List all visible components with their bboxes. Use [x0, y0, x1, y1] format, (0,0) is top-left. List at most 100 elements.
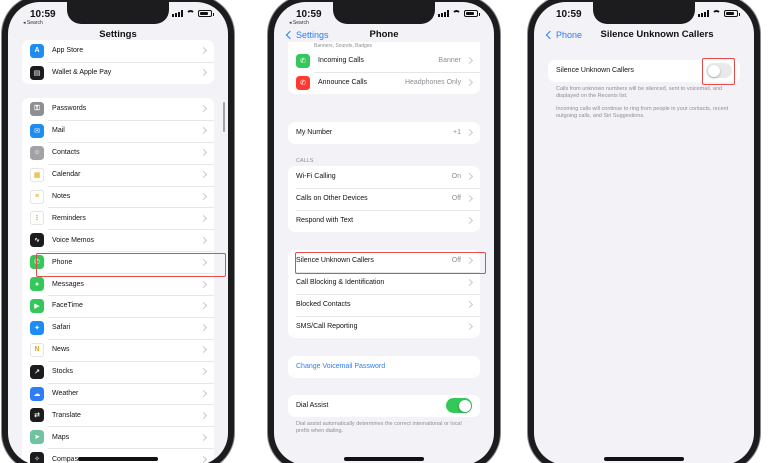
my-number-row[interactable]: My Number +1: [288, 122, 480, 144]
phone-settings-screen: 10:59 ◂ Search Settings Phone Banners, S…: [274, 2, 494, 463]
link-label: Change Voicemail Password: [296, 363, 386, 371]
row-label: Reminders: [52, 214, 86, 222]
settings-row-contacts[interactable]: ☺ Contacts: [22, 141, 214, 164]
key-icon: ⚿: [30, 101, 44, 116]
change-voicemail-password-link[interactable]: Change Voicemail Password: [288, 356, 480, 378]
my-number-group: My Number +1: [288, 122, 480, 144]
home-indicator[interactable]: [78, 457, 158, 461]
home-indicator[interactable]: [604, 457, 684, 461]
row-label: Passwords: [52, 105, 87, 113]
chevron-right-icon: [465, 279, 474, 287]
announce-calls-icon: ✆: [296, 75, 310, 90]
silence-screen: 10:59 Phone Silence Unknown Callers Sile…: [534, 2, 754, 463]
phone-frame-silence: 10:59 Phone Silence Unknown Callers Sile…: [528, 0, 760, 463]
status-icons: [438, 10, 480, 17]
phone-frame-phone: 10:59 ◂ Search Settings Phone Banners, S…: [268, 0, 500, 463]
chevron-right-icon: [199, 455, 208, 463]
status-icons: [698, 10, 740, 17]
row-label: Safari: [52, 324, 71, 332]
contacts-icon: ☺: [30, 145, 44, 160]
sms-call-reporting-row[interactable]: SMS/Call Reporting: [288, 315, 480, 338]
back-label: Settings: [296, 30, 329, 40]
settings-row-mail[interactable]: ✉ Mail: [22, 119, 214, 142]
row-label: FaceTime: [52, 302, 83, 310]
notch: [67, 2, 169, 24]
row-label: Calendar: [52, 171, 81, 179]
status-icons: [172, 10, 214, 17]
back-label: Phone: [556, 30, 583, 40]
settings-row-safari[interactable]: ✦ Safari: [22, 316, 214, 339]
settings-row-passwords[interactable]: ⚿ Passwords: [22, 98, 214, 120]
weather-icon: ☁: [30, 386, 44, 401]
settings-row-wallet-apple-pay[interactable]: ▤ Wallet & Apple Pay: [22, 61, 214, 84]
home-indicator[interactable]: [344, 457, 424, 461]
row-value: Banner: [438, 57, 461, 65]
settings-row-incoming-calls[interactable]: ✆ Incoming Calls Banner: [288, 50, 480, 72]
settings-group-apps: ⚿ Passwords ✉ Mail ☺ Contacts ▦ Calendar ≡ Notes ⋮…: [22, 98, 214, 463]
voice-memos-icon: ∿: [30, 233, 44, 248]
settings-row-reminders[interactable]: ⋮ Reminders: [22, 207, 214, 229]
battery-icon: [464, 10, 480, 17]
chevron-right-icon: [199, 149, 208, 157]
row-label: Respond with Text: [296, 217, 354, 225]
chevron-right-icon: [465, 173, 474, 181]
settings-row-news[interactable]: N News: [22, 338, 214, 361]
cellular-icon: [698, 10, 709, 17]
silence-footer-2: Incoming calls will continue to ring fro…: [556, 106, 729, 120]
settings-row-translate[interactable]: ⇄ Translate: [22, 404, 214, 426]
row-label: Dial Assist: [296, 402, 329, 410]
settings-row-notes[interactable]: ≡ Notes: [22, 185, 214, 208]
settings-row-weather[interactable]: ☁ Weather: [22, 382, 214, 405]
row-value: +1: [453, 129, 461, 137]
wifi-icon: [186, 10, 195, 17]
row-label: Silence Unknown Callers: [556, 67, 634, 75]
blocked-contacts-row[interactable]: Blocked Contacts: [288, 293, 480, 316]
chevron-right-icon: [199, 127, 208, 135]
wi-fi-calling-row[interactable]: Wi-Fi Calling On: [288, 166, 480, 188]
notch: [333, 2, 435, 24]
scrollbar[interactable]: [222, 102, 225, 132]
row-label: SMS/Call Reporting: [296, 323, 358, 331]
page-title: Phone: [369, 29, 399, 40]
chevron-right-icon: [199, 324, 208, 332]
status-time: 10:59: [30, 9, 56, 20]
chevron-right-icon: [199, 47, 208, 55]
settings-row-announce-calls[interactable]: ✆ Announce Calls Headphones Only: [288, 71, 480, 94]
calls-on-other-devices-row[interactable]: Calls on Other Devices Off: [288, 187, 480, 210]
chevron-right-icon: [199, 236, 208, 244]
translate-icon: ⇄: [30, 408, 44, 423]
cellular-icon: [438, 10, 449, 17]
settings-row-facetime[interactable]: ▶ FaceTime: [22, 295, 214, 317]
chevron-right-icon: [199, 214, 208, 222]
chevron-right-icon: [199, 346, 208, 354]
settings-row-maps[interactable]: ➤ Maps: [22, 426, 214, 448]
calls-group: Wi-Fi Calling On Calls on Other Devices Off…: [288, 166, 480, 232]
maps-icon: ➤: [30, 430, 44, 445]
silence-footer-1: Calls from unknown numbers will be silen…: [556, 86, 722, 100]
row-label: Notes: [52, 193, 71, 200]
chevron-right-icon: [199, 280, 208, 288]
incoming-calls-icon: ✆: [296, 53, 310, 68]
settings-row-voice-memos[interactable]: ∿ Voice Memos: [22, 229, 214, 251]
call-blocking-identification-row[interactable]: Call Blocking & Identification: [288, 271, 480, 294]
back-to-search[interactable]: ◂ Search: [23, 20, 43, 26]
row-label: Maps: [52, 433, 70, 441]
row-label: News: [52, 346, 70, 354]
settings-row-stocks[interactable]: ↗ Stocks: [22, 360, 214, 383]
row-label: App Store: [52, 47, 84, 55]
chevron-right-icon: [465, 129, 474, 137]
dial-assist-row: Dial Assist: [288, 395, 480, 417]
respond-with-text-row[interactable]: Respond with Text: [288, 209, 480, 232]
chevron-right-icon: [199, 105, 208, 113]
highlight-toggle: [702, 58, 735, 85]
row-label: Wallet & Apple Pay: [52, 69, 112, 77]
settings-row-calendar[interactable]: ▦ Calendar: [22, 163, 214, 186]
chevron-right-icon: [465, 217, 474, 225]
phone-frame-settings: 10:59 ◂ Search Settings A App Store ▤ Walle…: [2, 0, 234, 463]
back-to-search[interactable]: ◂ Search: [289, 20, 309, 26]
page-title: Settings: [99, 29, 137, 40]
stocks-icon: ↗: [30, 364, 44, 379]
dial-assist-toggle[interactable]: [446, 398, 472, 414]
dial-assist-footer: Dial assist automatically determines the…: [296, 421, 462, 435]
chevron-right-icon: [199, 433, 208, 441]
